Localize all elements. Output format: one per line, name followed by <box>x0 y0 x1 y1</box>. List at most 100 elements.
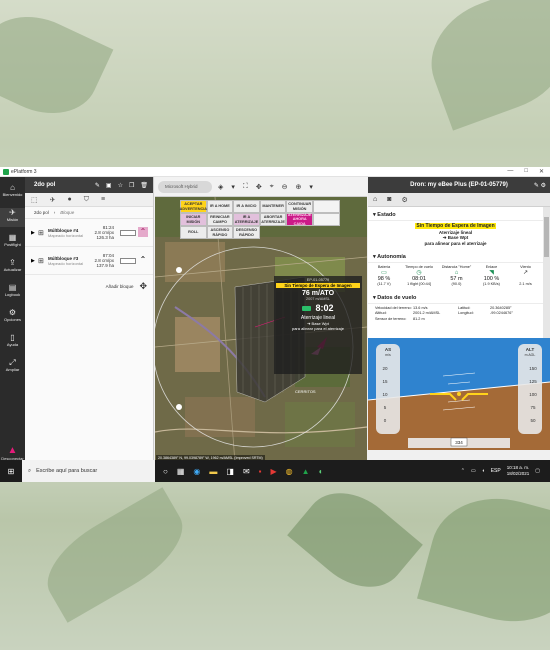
task-view-icon[interactable]: ○ <box>163 467 168 476</box>
location-pin-icon[interactable]: ⌖ <box>270 183 274 191</box>
drone-tool-icon[interactable]: ✈ <box>50 196 56 204</box>
cursor-tool-icon[interactable]: ⬚ <box>31 196 38 204</box>
expand-arrow-icon[interactable]: ▶ <box>31 258 38 264</box>
nav-item-bienvenido[interactable]: ⌂ Bienvenido <box>0 183 25 202</box>
grid-app-icon[interactable]: ▦ <box>177 467 185 476</box>
nav-item-logbook[interactable]: ▤ Logbook <box>0 283 25 302</box>
drone-panel-tabs: ⌂ ◙ ⚙ <box>368 193 550 207</box>
maximize-button[interactable]: □ <box>524 168 528 175</box>
hold-button[interactable]: MANTENER <box>259 200 287 213</box>
app-window: ePlatform 3 — □ ✕ ⌂ Bienvenido ✈ Misión … <box>0 167 550 463</box>
nav-item-actualizar[interactable]: ⇪ Actualizar <box>0 258 25 277</box>
mission-panel: 2do pol ✎ ▣ ☆ ❐ 🗑 ⬚ ✈ ● ⛉ ≡ 2do pol › Bl… <box>25 177 154 463</box>
star-icon[interactable]: ☆ <box>118 182 123 189</box>
settings-icon[interactable]: ✎ ⚙ <box>534 182 546 189</box>
drone-status-panel: ▾ Estado Sin Tiempo de Espera de Imagen … <box>368 207 543 338</box>
empty-slot <box>312 200 340 213</box>
block-row[interactable]: ▶ ⊞ Múltbloque #3 Mapeado horizontal 87:… <box>25 247 153 275</box>
nav-item-opciones[interactable]: ⚙ Opciones <box>0 308 25 327</box>
nav-item-ampliar[interactable]: ⤢ Ampliar <box>0 358 25 377</box>
flight-time: 8:02 <box>315 303 334 313</box>
add-block-button[interactable]: Añadir bloque ✥ <box>25 275 153 292</box>
dropdown-icon[interactable]: ▾ <box>309 183 313 191</box>
taskbar-apps: ○ ▦ ◉ ▬ ◨ ✉ ▪ ▶ ◍ ▲ ◐ <box>163 467 323 476</box>
fast-ascent-button[interactable]: ASCENSO RÁPIDO <box>206 226 234 239</box>
status-scrollbar[interactable] <box>543 207 550 338</box>
nav-item-postflight[interactable]: ▦ Postflight <box>0 233 25 252</box>
chrome-icon[interactable]: ◍ <box>286 467 293 476</box>
background-leaf <box>417 482 550 638</box>
longitude-label: Longitud: <box>458 311 474 316</box>
go-start-button[interactable]: IR A INICIO <box>233 200 260 213</box>
delete-icon[interactable]: 🗑 <box>140 182 148 189</box>
edge-browser-icon[interactable]: ◉ <box>193 467 200 476</box>
abort-landing-button[interactable]: ABORTAR ATERRIZAJE <box>259 213 287 226</box>
pdf-app-icon[interactable]: ▪ <box>259 467 262 476</box>
minimize-button[interactable]: — <box>507 168 513 175</box>
nav-item-mision[interactable]: ✈ Misión <box>0 208 25 227</box>
add-block-label: Añadir bloque <box>105 284 134 289</box>
expand-arrow-icon[interactable]: ▶ <box>31 230 38 236</box>
edit-icon[interactable]: ✎ <box>95 182 100 189</box>
network-icon[interactable]: ▭ <box>471 468 476 474</box>
tab-gear-icon[interactable]: ⚙ <box>401 196 407 204</box>
taskbar-search[interactable]: ⌕ Escribe aquí para buscar <box>22 460 155 482</box>
basemap-select[interactable]: Microsoft Hybrid <box>158 180 212 193</box>
tab-flight-icon[interactable]: ⌂ <box>373 196 377 203</box>
map-place-label: CERRITOS <box>295 389 316 394</box>
restart-field-button[interactable]: REINICIAR CAMPO <box>206 213 234 226</box>
altitude-label: ALT <box>526 347 535 352</box>
folder-icon[interactable]: ▬ <box>209 467 217 476</box>
notifications-icon[interactable]: ▢ <box>535 468 540 474</box>
volume-icon[interactable]: ◖ <box>482 468 485 474</box>
block-row[interactable]: ▶ ⊞ Múltbloque #4 Mapeado horizontal 81:… <box>25 219 153 247</box>
clock[interactable]: 10:18 a. m. 18/02/2021 <box>507 465 530 477</box>
resume-mission-button[interactable]: CONTINUAR MISIÓN <box>286 200 313 213</box>
video-app-icon[interactable]: ▶ <box>271 467 277 476</box>
disconnect-button[interactable]: ▲ Desconectar <box>0 445 25 461</box>
zoom-in-icon[interactable]: ⊕ <box>296 183 302 191</box>
close-button[interactable]: ✕ <box>539 168 544 175</box>
layers-icon[interactable]: ◈ <box>218 183 223 191</box>
go-home-button[interactable]: IR A HOME <box>206 200 234 213</box>
tab-camera-icon[interactable]: ◙ <box>387 196 391 203</box>
grid-block-icon: ⊞ <box>38 229 44 237</box>
language-indicator[interactable]: ESP <box>491 468 501 474</box>
sliders-tool-icon[interactable]: ≡ <box>101 196 105 203</box>
airspeed-unit: m/s <box>385 353 391 357</box>
app-icon[interactable]: ▲ <box>302 467 310 476</box>
drone-panel-header: Dron: my eBee Plus (EP-01-05779) ✎ ⚙ <box>368 177 550 193</box>
tray-chevron-icon[interactable]: ⌃ <box>461 468 465 474</box>
fit-view-icon[interactable]: ⛶ <box>243 183 248 191</box>
copy-icon[interactable]: ❐ <box>129 182 134 189</box>
roll-button[interactable]: ROLL <box>180 226 207 239</box>
store-icon[interactable]: ◨ <box>226 467 234 476</box>
grid-block-icon: ⊞ <box>38 257 44 265</box>
postflight-icon: ▦ <box>8 233 17 242</box>
zoom-out-icon[interactable]: ⊖ <box>282 183 288 191</box>
sync-app-icon[interactable]: ◐ <box>319 467 324 476</box>
clock-date: 18/02/2021 <box>506 471 530 476</box>
nav-item-ayuda[interactable]: ▯ Ayuda <box>0 333 25 352</box>
breadcrumb-root[interactable]: 2do pol <box>34 210 49 215</box>
windows-start-icon[interactable]: ⊞ <box>0 467 22 476</box>
start-mission-button[interactable]: INICIAR MISIÓN <box>180 213 207 226</box>
dropdown-icon[interactable]: ▾ <box>231 183 235 191</box>
fast-descent-button[interactable]: DESCENSO RÁPIDO <box>233 226 260 239</box>
nav-label: Ayuda <box>6 342 19 347</box>
scroll-thumb[interactable] <box>544 217 549 257</box>
accept-warning-button[interactable]: ACEPTAR ADVERTENCIA <box>180 200 207 213</box>
mail-icon[interactable]: ✉ <box>243 467 250 476</box>
chevron-up-icon[interactable]: ⌃ <box>138 227 148 237</box>
pin-tool-icon[interactable]: ● <box>68 196 72 203</box>
block-color-swatch[interactable] <box>120 258 136 264</box>
land-now-button[interactable]: ATERRIZAJE AHORA CAIDA <box>286 213 313 226</box>
save-icon[interactable]: ▣ <box>106 182 112 189</box>
go-landing-button[interactable]: IR A ATERRIZAJE <box>233 213 260 226</box>
block-color-swatch[interactable] <box>120 230 136 236</box>
center-drone-icon[interactable]: ✥ <box>256 183 262 191</box>
taskbar: ⊞ ⌕ Escribe aquí para buscar ○ ▦ ◉ ▬ ◨ ✉… <box>0 460 550 482</box>
flight-note: para alinear para el aterrizaje <box>291 326 345 331</box>
shield-tool-icon[interactable]: ⛉ <box>84 196 89 204</box>
chevron-up-icon[interactable]: ⌃ <box>138 255 148 265</box>
